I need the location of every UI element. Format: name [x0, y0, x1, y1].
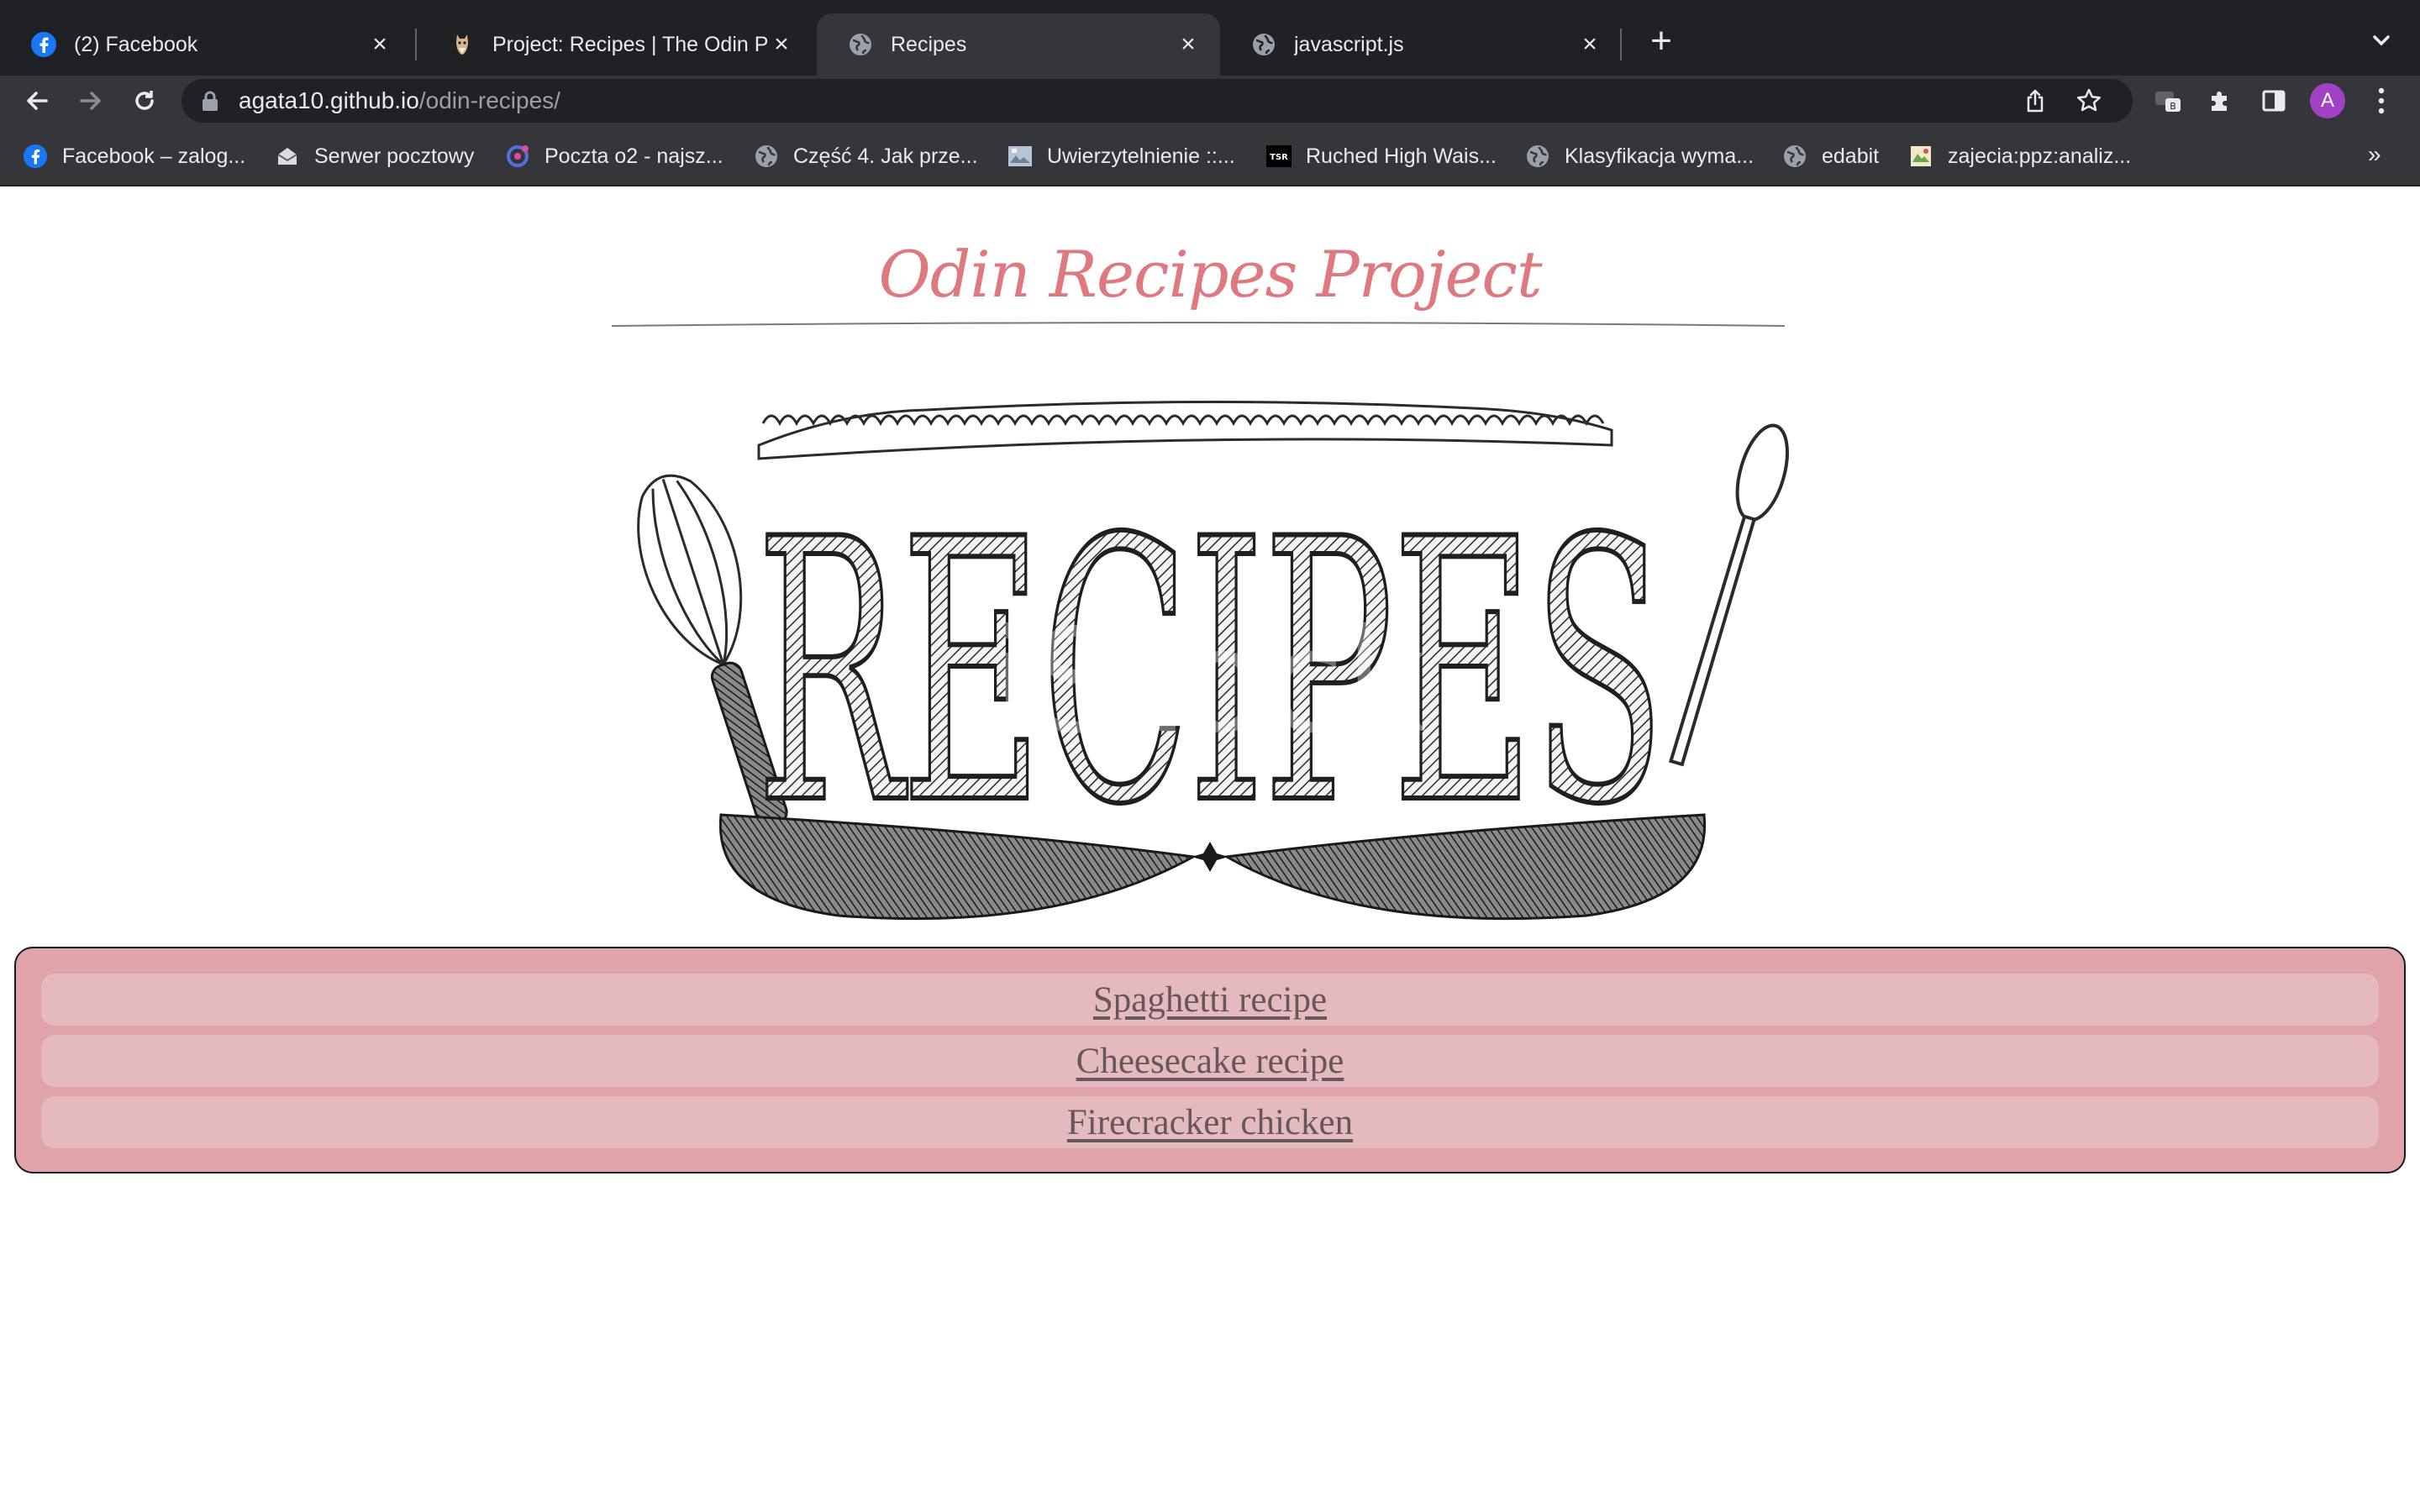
- tab-strip: (2) Facebook × Project: Recipes | The Od…: [0, 0, 2420, 76]
- extension-button[interactable]: B: [2149, 82, 2186, 119]
- address-bar[interactable]: agata10.github.io/odin-recipes/: [182, 79, 2133, 123]
- facebook-icon: [22, 143, 49, 170]
- tab-facebook[interactable]: (2) Facebook ×: [0, 13, 412, 76]
- bookmark-label: Uwierzytelnienie ::...: [1047, 144, 1235, 168]
- bookmark-label: Klasyfikacja wyma...: [1565, 144, 1754, 168]
- reload-button[interactable]: [126, 82, 163, 119]
- bookmark-star-button[interactable]: [2070, 79, 2107, 123]
- bookmark-uwierzytelnienie[interactable]: Uwierzytelnienie ::...: [1007, 141, 1235, 171]
- bookmark-label: Serwer pocztowy: [314, 144, 475, 168]
- o2-icon: [504, 143, 531, 170]
- browser-menu-button[interactable]: [2363, 82, 2400, 119]
- bookmarks-overflow-button[interactable]: »: [2368, 141, 2381, 168]
- more-vertical-icon: [2378, 87, 2385, 114]
- bookmark-facebook[interactable]: Facebook – zalog...: [22, 141, 245, 171]
- page-viewport: Odin Recipes Project RECIPES iStock Spag…: [0, 186, 2420, 1512]
- url-path: /odin-recipes/: [418, 87, 560, 113]
- close-tab-icon[interactable]: ×: [768, 30, 795, 58]
- bookmark-edabit[interactable]: edabit: [1781, 141, 1879, 171]
- arrow-left-icon: [27, 92, 48, 110]
- list-item: Cheesecake recipe: [41, 1035, 2379, 1087]
- tab-javascript[interactable]: javascript.js ×: [1220, 13, 1622, 76]
- globe-icon: [847, 31, 874, 58]
- side-panel-icon: [2262, 90, 2286, 112]
- spoon-illustration: [1668, 423, 1789, 767]
- tab-title: Project: Recipes | The Odin Pro: [492, 32, 768, 56]
- mail-icon: [274, 143, 301, 170]
- close-tab-icon[interactable]: ×: [366, 30, 393, 58]
- wiki-icon: [1907, 143, 1934, 170]
- spaghetti-recipe-link[interactable]: Spaghetti recipe: [1093, 979, 1327, 1021]
- globe-icon: [1524, 143, 1551, 170]
- tab-divider: [1620, 29, 1622, 60]
- bookmark-ruched-high[interactable]: TSR Ruched High Wais...: [1265, 141, 1497, 171]
- odin-icon: [449, 31, 476, 58]
- reload-icon: [135, 91, 154, 110]
- page-title: Odin Recipes Project: [878, 237, 1542, 312]
- bookmark-serwer-pocztowy[interactable]: Serwer pocztowy: [274, 141, 474, 171]
- browser-toolbar: agata10.github.io/odin-recipes/ B A: [0, 76, 2420, 126]
- watermark-text: iStock: [992, 599, 1428, 765]
- puzzle-icon: [2212, 92, 2227, 111]
- bookmark-poczta-o2[interactable]: Poczta o2 - najsz...: [504, 141, 723, 171]
- extensions-button[interactable]: [2202, 82, 2238, 119]
- list-item: Firecracker chicken: [41, 1096, 2379, 1148]
- avatar: A: [2310, 83, 2345, 118]
- extension-tsr-icon: B: [2155, 92, 2181, 112]
- close-tab-icon[interactable]: ×: [1576, 30, 1603, 58]
- arrow-right-icon: [80, 92, 101, 110]
- site-icon: [1007, 143, 1034, 170]
- tab-title: javascript.js: [1294, 32, 1404, 56]
- bookmark-klasyfikacja[interactable]: Klasyfikacja wyma...: [1524, 141, 1754, 171]
- cheesecake-recipe-link[interactable]: Cheesecake recipe: [1076, 1041, 1344, 1082]
- bookmark-czesc-4[interactable]: Część 4. Jak prze...: [753, 141, 978, 171]
- tab-title: (2) Facebook: [74, 32, 198, 56]
- profile-button[interactable]: A: [2309, 82, 2346, 119]
- url-host: agata10.github.io: [239, 87, 419, 113]
- tab-search-button[interactable]: [2363, 22, 2400, 59]
- firecracker-chicken-link[interactable]: Firecracker chicken: [1067, 1102, 1353, 1143]
- bookmark-label: zajecia:ppz:analiz...: [1948, 144, 2132, 168]
- scallop-trim: [757, 400, 1613, 460]
- svg-text:B: B: [2170, 101, 2176, 112]
- title-underline: [612, 322, 1785, 327]
- url-text: agata10.github.io/odin-recipes/: [239, 87, 560, 114]
- star-icon: [2076, 88, 2102, 112]
- forward-button[interactable]: [72, 82, 109, 119]
- svg-text:TSR: TSR: [1270, 153, 1288, 162]
- tab-divider: [415, 29, 417, 60]
- bookmark-label: Ruched High Wais...: [1306, 144, 1497, 168]
- tsr-icon: TSR: [1265, 143, 1292, 170]
- list-item: Spaghetti recipe: [41, 974, 2379, 1026]
- chevron-down-icon: [2373, 35, 2390, 46]
- lock-icon[interactable]: [198, 89, 222, 113]
- recipe-links-box: Spaghetti recipe Cheesecake recipe Firec…: [14, 947, 2406, 1173]
- share-icon: [2027, 89, 2044, 113]
- globe-icon: [1781, 143, 1808, 170]
- new-tab-button[interactable]: +: [1640, 20, 1682, 62]
- share-button[interactable]: [2017, 79, 2054, 123]
- bookmark-label: Facebook – zalog...: [62, 144, 246, 168]
- bookmark-zajecia[interactable]: zajecia:ppz:analiz...: [1907, 141, 2131, 171]
- tab-odin-project[interactable]: Project: Recipes | The Odin Pro ×: [418, 13, 813, 76]
- globe-icon: [753, 143, 780, 170]
- close-tab-icon[interactable]: ×: [1175, 30, 1202, 58]
- globe-icon: [1250, 31, 1277, 58]
- bookmarks-bar: Facebook – zalog... Serwer pocztowy Pocz…: [0, 126, 2420, 186]
- bookmark-label: Część 4. Jak prze...: [793, 144, 978, 168]
- bookmark-label: Poczta o2 - najsz...: [544, 144, 723, 168]
- tab-recipes[interactable]: Recipes ×: [817, 13, 1220, 76]
- bookmark-label: edabit: [1822, 144, 1880, 168]
- back-button[interactable]: [18, 82, 55, 119]
- side-panel-button[interactable]: [2255, 82, 2292, 119]
- facebook-icon: [30, 31, 57, 58]
- tab-title: Recipes: [891, 32, 967, 56]
